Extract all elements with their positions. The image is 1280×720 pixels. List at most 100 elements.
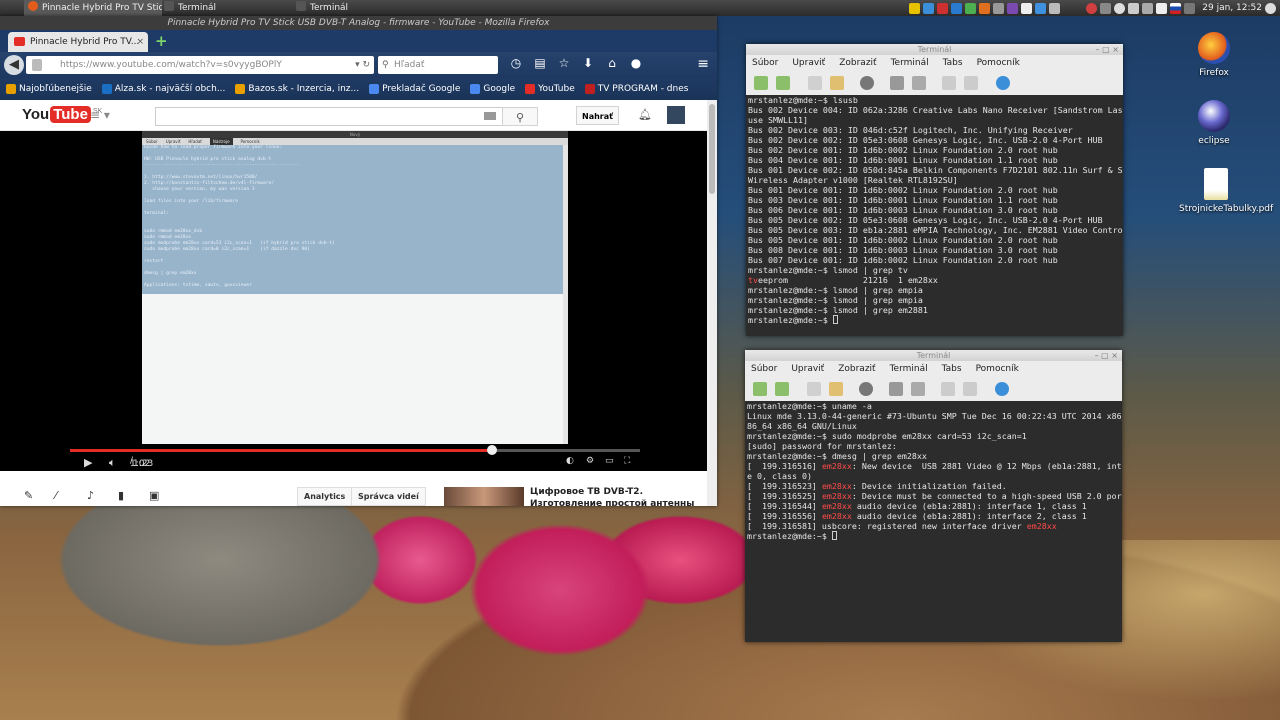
menu-edit[interactable]: Upraviť: [791, 361, 824, 377]
taskbar-item-terminal-2[interactable]: Terminál: [292, 0, 416, 16]
taskbar-item-terminal-1[interactable]: Terminál: [160, 0, 284, 16]
recommended-video-thumbnail[interactable]: [444, 487, 524, 506]
keyboard-icon[interactable]: [484, 112, 496, 120]
window-icon[interactable]: [1035, 2, 1047, 14]
home-icon[interactable]: ⌂: [604, 56, 620, 70]
close-tab-icon[interactable]: ×: [136, 32, 144, 52]
video-player[interactable]: Nový Súbor Upraviť Hľadať Nástroje Pomoc…: [0, 131, 707, 471]
session-icon[interactable]: [1265, 2, 1276, 14]
youtube-search-button[interactable]: ⚲: [502, 107, 538, 126]
volume-icon[interactable]: 🔈︎: [109, 456, 116, 470]
reload-icon[interactable]: ▾ ↻: [355, 56, 370, 74]
language-flag-icon[interactable]: [1170, 2, 1182, 14]
audio-note-icon[interactable]: ♪: [87, 489, 94, 502]
menu-tabs[interactable]: Tabs: [943, 55, 963, 71]
window-controls[interactable]: – ▢ ×: [1096, 44, 1119, 55]
help-icon[interactable]: [996, 76, 1010, 90]
fullscreen-icon[interactable]: [889, 382, 903, 396]
preferences-icon[interactable]: [912, 76, 926, 90]
upload-button[interactable]: Nahrať: [576, 106, 619, 125]
paste-icon[interactable]: [829, 382, 843, 396]
subtitles-cc-icon[interactable]: ▣: [149, 489, 159, 502]
find-icon[interactable]: [859, 382, 873, 396]
url-bar[interactable]: https://www.youtube.com/watch?v=s0vyygBO…: [26, 56, 374, 74]
copy-icon[interactable]: [807, 382, 821, 396]
update-icon[interactable]: [965, 2, 977, 14]
clock[interactable]: 29 jan, 12:52: [1202, 3, 1262, 13]
bluetooth-icon[interactable]: [1184, 2, 1196, 14]
edit-pencil-icon[interactable]: ✎: [24, 489, 33, 502]
preferences-icon[interactable]: [911, 382, 925, 396]
downloads-icon[interactable]: ⬇: [580, 56, 596, 70]
notifications-bell-icon[interactable]: 🔔︎: [638, 108, 652, 121]
scrollbar-thumb[interactable]: [709, 104, 715, 194]
bookmark-item[interactable]: Prekladač Google: [369, 84, 460, 94]
settings-gear-icon[interactable]: ⚙: [586, 456, 594, 466]
tab-youtube[interactable]: Pinnacle Hybrid Pro TV... ×: [8, 32, 148, 52]
menu-view[interactable]: Zobraziť: [839, 55, 876, 71]
youtube-search-input[interactable]: [155, 107, 503, 126]
search-input[interactable]: ⚲ Hľadať: [378, 56, 498, 74]
monitor-icon[interactable]: [1021, 2, 1033, 14]
video-manager-button[interactable]: Správca videí: [351, 487, 426, 506]
page-scrollbar[interactable]: [707, 100, 717, 506]
history-icon[interactable]: ◷: [508, 56, 524, 70]
window-controls[interactable]: – ▢ ×: [1095, 350, 1118, 361]
volume-icon[interactable]: [1128, 2, 1140, 14]
fullscreen-icon[interactable]: ⛶: [624, 456, 630, 466]
guide-menu-icon[interactable]: ≡ ▾: [90, 108, 110, 122]
copy-icon[interactable]: [808, 76, 822, 90]
back-button[interactable]: ◀: [4, 55, 24, 75]
taskbar-item-firefox[interactable]: Pinnacle Hybrid Pro TV Stic...: [24, 0, 162, 16]
new-window-icon[interactable]: [775, 382, 789, 396]
menu-terminal[interactable]: Terminál: [891, 55, 929, 71]
fullscreen-icon[interactable]: [890, 76, 904, 90]
next-tab-icon[interactable]: [964, 76, 978, 90]
bookmark-item[interactable]: Najobľúbenejšie: [6, 84, 92, 94]
analytics-button[interactable]: Analytics: [297, 487, 353, 506]
app-tray-icon[interactable]: [937, 2, 949, 14]
bookmark-item[interactable]: Bazos.sk - Inzercia, inz...: [235, 84, 359, 94]
menu-file[interactable]: Súbor: [751, 361, 777, 377]
skype-icon[interactable]: [923, 2, 935, 14]
menu-help[interactable]: Pomocník: [976, 361, 1019, 377]
new-tab-icon[interactable]: +: [155, 32, 168, 50]
enhance-wand-icon[interactable]: ⁄: [55, 489, 57, 502]
avatar[interactable]: [667, 106, 685, 124]
bookmark-item[interactable]: TV PROGRAM - dnes: [584, 84, 688, 94]
previous-tab-icon[interactable]: [941, 382, 955, 396]
menu-terminal[interactable]: Terminál: [890, 361, 928, 377]
battery-icon[interactable]: [1100, 2, 1112, 14]
new-tab-icon[interactable]: [753, 382, 767, 396]
site-identity-icon[interactable]: [32, 59, 42, 71]
display-icon[interactable]: [1049, 2, 1061, 14]
bookmark-item[interactable]: YouTube: [525, 84, 575, 94]
power-icon[interactable]: [1086, 2, 1098, 14]
menu-tabs[interactable]: Tabs: [942, 361, 962, 377]
menu-edit[interactable]: Upraviť: [792, 55, 825, 71]
bookmark-item[interactable]: Google: [470, 84, 515, 94]
next-tab-icon[interactable]: [963, 382, 977, 396]
dropbox-icon[interactable]: [951, 2, 963, 14]
keyboard-icon[interactable]: [993, 2, 1005, 14]
desktop-icon-firefox[interactable]: Firefox: [1179, 32, 1249, 78]
help-icon[interactable]: [995, 382, 1009, 396]
desktop-icon-eclipse[interactable]: eclipse: [1179, 100, 1249, 146]
wifi-icon[interactable]: [1114, 2, 1126, 14]
desktop-icon-pdf[interactable]: StrojnickeTabulky.pdf: [1179, 168, 1273, 214]
notes-icon[interactable]: [979, 2, 991, 14]
hamburger-menu-icon[interactable]: ≡: [697, 56, 709, 72]
bookmark-star-icon[interactable]: ☆: [556, 56, 572, 70]
annotations-comment-icon[interactable]: ▮: [118, 489, 124, 502]
paste-icon[interactable]: [830, 76, 844, 90]
terminal-output-2[interactable]: mrstanlez@mde:~$ uname -a Linux mde 3.13.…: [745, 401, 1122, 642]
recommended-video-title[interactable]: Цифровое ТВ DVB-T2. Изготовление простой…: [530, 486, 700, 506]
video-progress-bar[interactable]: [70, 445, 640, 455]
app-tray-icon[interactable]: [1007, 2, 1019, 14]
weather-icon[interactable]: [909, 2, 921, 14]
previous-tab-icon[interactable]: [942, 76, 956, 90]
find-icon[interactable]: [860, 76, 874, 90]
chat-icon[interactable]: [1142, 2, 1154, 14]
play-icon[interactable]: ▶: [84, 456, 92, 469]
annotations-icon[interactable]: ◐: [566, 456, 574, 466]
